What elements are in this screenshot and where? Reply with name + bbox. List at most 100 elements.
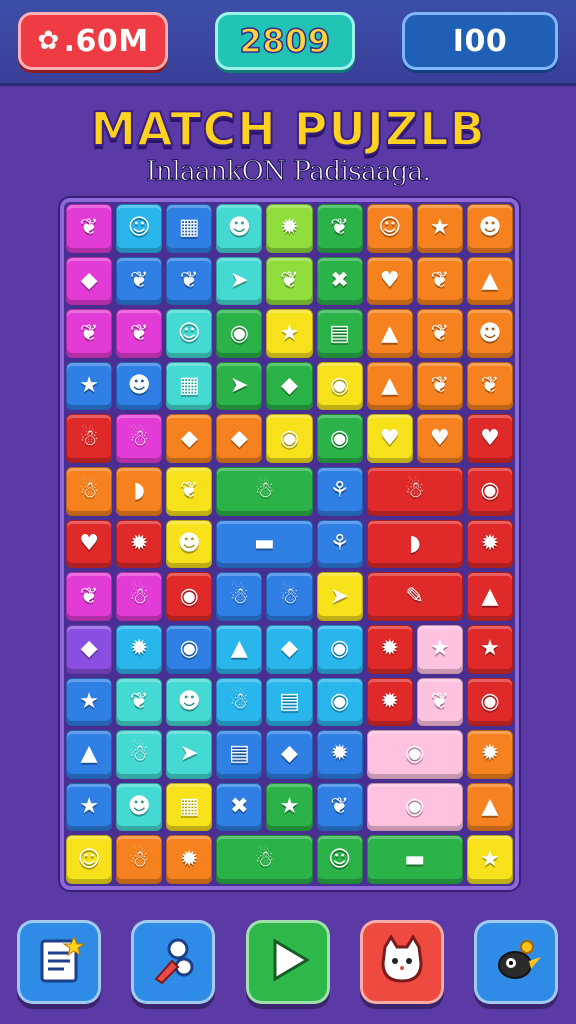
tile-splat[interactable]: ✹ <box>466 519 513 569</box>
tile-star[interactable]: ★ <box>66 361 113 411</box>
tile-fish[interactable]: ◆ <box>266 624 313 674</box>
tile-bird[interactable]: ➤ <box>166 730 213 779</box>
tile-splat[interactable]: ✹ <box>466 730 513 779</box>
tile-face[interactable]: ◉ <box>216 309 263 358</box>
tile-bird[interactable]: ➤ <box>316 572 363 621</box>
tile-drop[interactable]: ▲ <box>366 361 413 411</box>
tile-ghost[interactable]: ☺ <box>116 204 163 253</box>
tile-face[interactable]: ◉ <box>316 414 363 464</box>
tile-star[interactable]: ★ <box>66 782 113 832</box>
tile-splat[interactable]: ✹ <box>316 730 363 779</box>
tile-leaf[interactable]: ❦ <box>416 309 463 358</box>
tile-cat[interactable]: ☃ <box>216 467 313 516</box>
tile-cat[interactable]: ☃ <box>116 572 163 621</box>
tile-fish[interactable]: ◆ <box>266 730 313 779</box>
tile-star[interactable]: ★ <box>466 835 513 884</box>
tile-heart[interactable]: ♥ <box>416 414 463 464</box>
tile-banana[interactable]: ◗ <box>366 519 463 569</box>
bird-button[interactable] <box>474 920 558 1004</box>
tile-calculator[interactable]: ▦ <box>166 204 213 253</box>
tile-leaf[interactable]: ❦ <box>166 256 213 306</box>
tile-leaf[interactable]: ❦ <box>416 361 463 411</box>
tile-star[interactable]: ★ <box>416 204 463 253</box>
tile-pencil[interactable]: ✎ <box>366 572 463 621</box>
tile-drop[interactable]: ▲ <box>66 730 113 779</box>
tile-heart[interactable]: ♥ <box>366 256 413 306</box>
tile-leaf[interactable]: ❦ <box>116 677 163 727</box>
tile-ribbon[interactable]: ⚘ <box>316 519 363 569</box>
tile-jar[interactable]: ▤ <box>216 730 263 779</box>
notes-button[interactable] <box>17 920 101 1004</box>
tile-cat[interactable]: ☃ <box>116 414 163 464</box>
tile-face[interactable]: ◉ <box>366 730 463 779</box>
tile-star[interactable]: ★ <box>266 309 313 358</box>
tile-drop[interactable]: ▲ <box>216 624 263 674</box>
tile-drop[interactable]: ▲ <box>466 782 513 832</box>
tile-fish[interactable]: ◆ <box>66 624 113 674</box>
tile-ribbon[interactable]: ⚘ <box>316 467 363 516</box>
tile-splat[interactable]: ✹ <box>166 835 213 884</box>
tile-frog[interactable]: ☻ <box>116 361 163 411</box>
tile-boat[interactable]: ▬ <box>216 519 313 569</box>
tile-star[interactable]: ★ <box>416 624 463 674</box>
tile-face[interactable]: ◉ <box>316 361 363 411</box>
tile-cat[interactable]: ☃ <box>216 835 313 884</box>
tile-leaf[interactable]: ❦ <box>116 256 163 306</box>
tile-cat[interactable]: ☃ <box>366 467 463 516</box>
tile-star[interactable]: ★ <box>466 624 513 674</box>
tile-jar[interactable]: ▤ <box>266 677 313 727</box>
tile-fish[interactable]: ◆ <box>166 414 213 464</box>
tile-leaf[interactable]: ❦ <box>316 204 363 253</box>
tile-ghost[interactable]: ☺ <box>66 835 113 884</box>
tile-drop[interactable]: ▲ <box>466 256 513 306</box>
tile-leaf[interactable]: ❦ <box>266 256 313 306</box>
tile-leaf[interactable]: ❦ <box>416 677 463 727</box>
tile-fish[interactable]: ◆ <box>216 414 263 464</box>
tile-ghost[interactable]: ☺ <box>166 309 213 358</box>
tile-cat[interactable]: ☃ <box>116 835 163 884</box>
tile-bird[interactable]: ➤ <box>216 256 263 306</box>
tile-cat[interactable]: ☃ <box>266 572 313 621</box>
tile-smile[interactable]: ☺ <box>366 204 413 253</box>
tile-bird[interactable]: ➤ <box>216 361 263 411</box>
tile-cat[interactable]: ☃ <box>66 467 113 516</box>
tile-frog[interactable]: ☻ <box>466 204 513 253</box>
tile-frog[interactable]: ☻ <box>216 204 263 253</box>
play-button[interactable] <box>246 920 330 1004</box>
tile-splat[interactable]: ✹ <box>366 624 413 674</box>
tile-face[interactable]: ◉ <box>466 677 513 727</box>
tile-face[interactable]: ◉ <box>466 467 513 516</box>
tile-face[interactable]: ◉ <box>266 414 313 464</box>
tile-cat[interactable]: ☃ <box>66 414 113 464</box>
coins-counter[interactable]: ✿ .60M <box>18 12 168 70</box>
tile-frog[interactable]: ☻ <box>466 309 513 358</box>
tile-calculator[interactable]: ▦ <box>166 361 213 411</box>
tile-boat[interactable]: ▬ <box>366 835 463 884</box>
tile-star[interactable]: ★ <box>66 677 113 727</box>
tile-drop[interactable]: ▲ <box>466 572 513 621</box>
tile-leaf[interactable]: ❦ <box>66 309 113 358</box>
tile-cross[interactable]: ✖ <box>316 256 363 306</box>
tile-face[interactable]: ◉ <box>166 572 213 621</box>
tools-button[interactable] <box>131 920 215 1004</box>
tile-splat[interactable]: ✹ <box>116 624 163 674</box>
cat-button[interactable] <box>360 920 444 1004</box>
tile-splat[interactable]: ✹ <box>366 677 413 727</box>
tile-cat[interactable]: ☃ <box>216 677 263 727</box>
tile-frog[interactable]: ☻ <box>166 519 213 569</box>
tile-heart[interactable]: ♥ <box>466 414 513 464</box>
tile-face[interactable]: ◉ <box>366 782 463 832</box>
tile-splat[interactable]: ✹ <box>116 519 163 569</box>
tile-cat[interactable]: ☃ <box>116 730 163 779</box>
tile-leaf[interactable]: ❦ <box>116 309 163 358</box>
tile-cross[interactable]: ✖ <box>216 782 263 832</box>
tile-heart[interactable]: ♥ <box>366 414 413 464</box>
tile-banana[interactable]: ◗ <box>116 467 163 516</box>
tile-frog[interactable]: ☻ <box>166 677 213 727</box>
tile-face[interactable]: ◉ <box>316 624 363 674</box>
tile-leaf[interactable]: ❦ <box>416 256 463 306</box>
tile-leaf[interactable]: ❦ <box>466 361 513 411</box>
tile-leaf[interactable]: ❦ <box>66 572 113 621</box>
tile-leaf[interactable]: ❦ <box>66 204 113 253</box>
tile-frog[interactable]: ☻ <box>116 782 163 832</box>
